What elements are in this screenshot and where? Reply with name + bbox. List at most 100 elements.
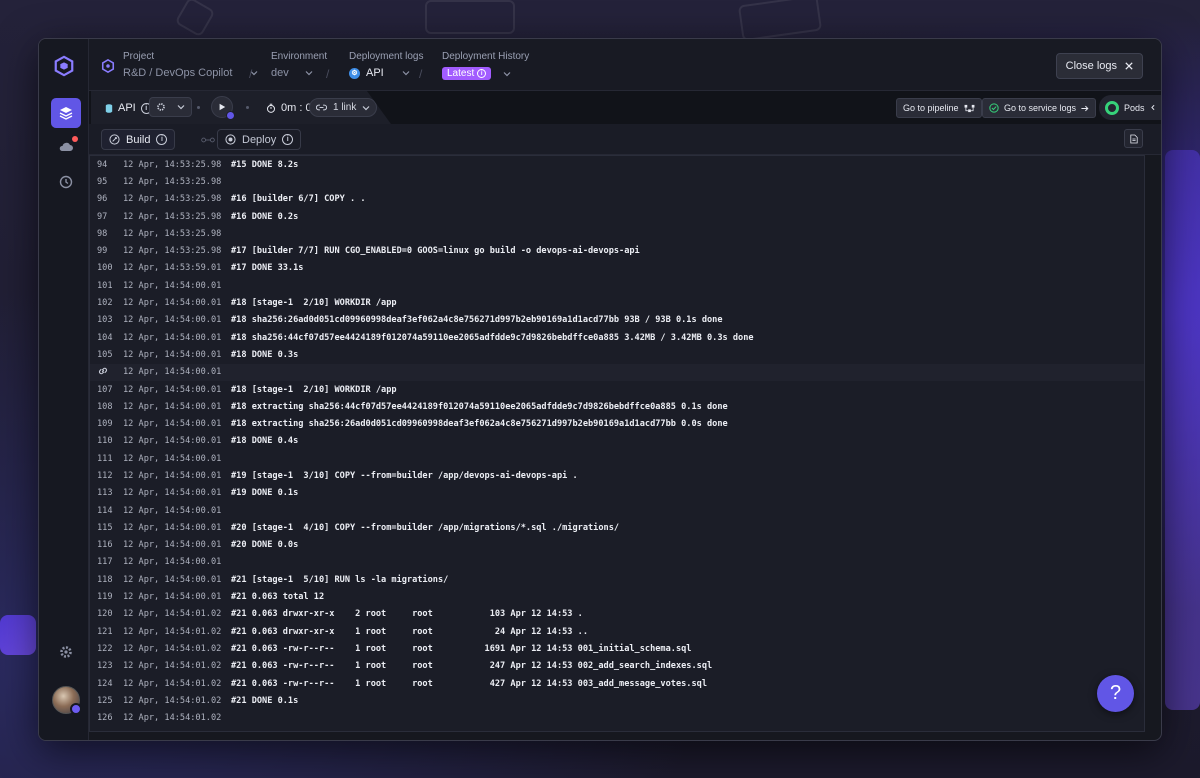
log-line-number: 102 (97, 298, 113, 309)
service-settings-dropdown[interactable] (149, 97, 192, 117)
log-line-number: 103 (97, 315, 113, 326)
deployment-logs-selector[interactable]: Deployment logs ⚙ API (349, 51, 423, 79)
help-button[interactable]: ? (1097, 675, 1134, 712)
build-deploy-tabs: Build i Deploy i (89, 124, 1161, 155)
api-service-tab[interactable]: API i 0m : 0s 1 link (91, 91, 391, 124)
history-nav-button[interactable] (51, 167, 81, 197)
tab-build[interactable]: Build i (101, 129, 176, 150)
pods-toggle[interactable]: Pods (1099, 95, 1161, 120)
database-icon (105, 103, 113, 113)
log-line-number: 94 (97, 159, 108, 170)
log-message: #21 0.063 drwxr-xr-x 2 root root 103 Apr… (231, 609, 583, 620)
log-timestamp: 12 Apr, 14:54:01.02 (123, 713, 222, 724)
log-row: 98 12 Apr, 14:53:25.98 (90, 225, 1144, 242)
close-icon (1125, 62, 1133, 70)
log-timestamp: 12 Apr, 14:54:01.02 (123, 661, 222, 672)
info-icon[interactable]: i (156, 134, 168, 145)
log-row: 120 12 Apr, 14:54:01.02 #21 0.063 drwxr-xr… (90, 606, 1144, 623)
bg-purple-block (0, 615, 36, 655)
log-timestamp: 12 Apr, 14:54:00.01 (123, 367, 222, 378)
log-row: 110 12 Apr, 14:54:00.01 #18 DONE 0.4s (90, 433, 1144, 450)
log-timestamp: 12 Apr, 14:54:00.01 (123, 401, 222, 412)
layers-nav-button[interactable] (51, 98, 81, 128)
log-timestamp: 12 Apr, 14:54:00.01 (123, 574, 222, 585)
log-message: #16 [builder 6/7] COPY . . (231, 194, 366, 205)
log-timestamp: 12 Apr, 14:54:00.01 (123, 349, 222, 360)
log-line-number: 100 (97, 263, 113, 274)
bg-card (425, 0, 515, 34)
log-timestamp: 12 Apr, 14:54:00.01 (123, 332, 222, 343)
log-timestamp: 12 Apr, 14:54:01.02 (123, 609, 222, 620)
info-icon: i (477, 69, 487, 78)
log-timestamp: 12 Apr, 14:53:25.98 (123, 246, 222, 257)
deployment-logs-service: API (366, 67, 384, 79)
log-message: #18 DONE 0.3s (231, 349, 299, 360)
log-row: 114 12 Apr, 14:54:00.01 (90, 502, 1144, 519)
links-dropdown[interactable]: 1 link (309, 98, 378, 117)
project-selector[interactable]: Project R&D / DevOps Copilot (123, 51, 258, 79)
toolbar-separator-dot (197, 106, 200, 109)
log-message: #21 0.063 -rw-r--r-- 1 root root 1691 Ap… (231, 643, 692, 654)
log-row: 103 12 Apr, 14:54:00.01 #18 sha256:26ad0d0… (90, 312, 1144, 329)
log-line-number: 118 (97, 574, 113, 585)
history-icon (59, 175, 73, 189)
log-row: 109 12 Apr, 14:54:00.01 #18 extracting sha… (90, 415, 1144, 432)
gear-icon (60, 646, 72, 658)
log-message: #18 sha256:44cf07d57ee4424189f012074a591… (231, 332, 754, 343)
deploy-action-button[interactable] (211, 96, 235, 120)
log-timestamp: 12 Apr, 14:53:25.98 (123, 159, 222, 170)
log-row: 112 12 Apr, 14:54:00.01 #19 [stage-1 3/10]… (90, 467, 1144, 484)
api-service-icon: ⚙ (349, 67, 360, 79)
download-logs-button[interactable] (1124, 129, 1143, 148)
link-icon[interactable] (97, 365, 109, 377)
deployment-logs-value: ⚙ API (349, 67, 423, 79)
log-row: 126 12 Apr, 14:54:01.02 (90, 710, 1144, 727)
deployment-history-label: Deployment History (442, 51, 530, 62)
log-row: 113 12 Apr, 14:54:00.01 #19 DONE 0.1s (90, 485, 1144, 502)
log-row: 95 12 Apr, 14:53:25.98 (90, 173, 1144, 190)
gear-icon (157, 103, 165, 111)
pods-status-ring (1105, 100, 1119, 115)
log-row: 101 12 Apr, 14:54:00.01 (90, 277, 1144, 294)
bg-cube (174, 0, 216, 38)
go-to-service-logs-button[interactable]: Go to service logs (982, 98, 1097, 118)
cloud-nav-button[interactable] (51, 132, 81, 162)
breadcrumb-separator: / (326, 67, 330, 81)
avatar-badge (70, 703, 82, 715)
app-logo-icon[interactable] (53, 55, 75, 77)
log-row: 115 12 Apr, 14:54:00.01 #20 [stage-1 4/10]… (90, 519, 1144, 536)
deployment-history-selector[interactable]: Deployment History Latest i (442, 51, 529, 80)
log-row: 105 12 Apr, 14:54:00.01 #18 DONE 0.3s (90, 346, 1144, 363)
log-message: #21 DONE 0.1s (231, 695, 299, 706)
logs-window: Project R&D / DevOps Copilot / Environme… (38, 38, 1162, 741)
environment-label: Environment (271, 51, 328, 62)
project-value: R&D / DevOps Copilot (123, 67, 258, 79)
tab-deploy[interactable]: Deploy i (217, 129, 302, 150)
log-line-number: 95 (97, 176, 108, 187)
log-line-number: 123 (97, 661, 113, 672)
chevron-down-icon (402, 71, 410, 76)
log-line-number: 110 (97, 436, 113, 447)
latest-badge: Latest i (442, 67, 492, 80)
log-viewer[interactable]: 94 12 Apr, 14:53:25.98 #15 DONE 8.2s 95 12 A… (89, 155, 1145, 732)
log-line-number: 104 (97, 332, 113, 343)
log-line-number: 108 (97, 401, 113, 412)
info-icon[interactable]: i (282, 134, 294, 145)
close-logs-button[interactable]: Close logs (1055, 53, 1143, 79)
go-to-pipeline-button[interactable]: Go to pipeline (896, 98, 982, 118)
log-message: #18 [stage-1 2/10] WORKDIR /app (231, 384, 397, 395)
environment-selector[interactable]: Environment dev (271, 51, 327, 79)
log-message: #18 [stage-1 2/10] WORKDIR /app (231, 298, 397, 309)
log-timestamp: 12 Apr, 14:53:25.98 (123, 211, 222, 222)
log-row: 116 12 Apr, 14:54:00.01 #20 DONE 0.0s (90, 537, 1144, 554)
build-icon (109, 134, 120, 145)
log-timestamp: 12 Apr, 14:53:25.98 (123, 194, 222, 205)
deployment-history-value: Latest i (442, 67, 529, 80)
log-row: 118 12 Apr, 14:54:00.01 #21 [stage-1 5/10]… (90, 571, 1144, 588)
breadcrumb-separator: / (249, 67, 253, 81)
log-row: 12 Apr, 14:54:00.01 (90, 363, 1144, 381)
log-message: #19 [stage-1 3/10] COPY --from=builder /… (231, 470, 578, 481)
arrow-right-icon (1081, 105, 1089, 111)
settings-nav-button[interactable] (51, 637, 81, 667)
log-row: 123 12 Apr, 14:54:01.02 #21 0.063 -rw-r--r… (90, 658, 1144, 675)
